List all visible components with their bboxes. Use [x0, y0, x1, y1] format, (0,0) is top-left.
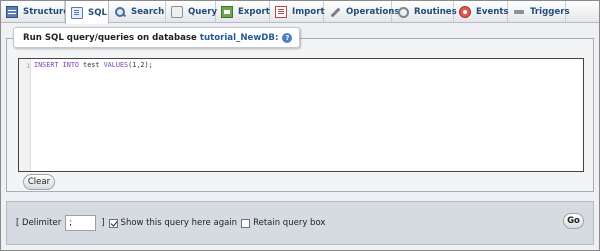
tab-events[interactable]: Events: [454, 1, 509, 22]
tab-label: Events: [476, 6, 509, 17]
legend-text: Run SQL query/queries on database: [23, 32, 197, 43]
tab-label: Query: [188, 6, 218, 17]
sql-icon: [71, 6, 83, 19]
events-icon: [459, 5, 471, 18]
go-button[interactable]: Go: [563, 213, 584, 229]
sql-keyword-insert: INSERT: [34, 61, 59, 69]
tab-routines[interactable]: Routines: [392, 1, 457, 22]
line-number-gutter: 1: [19, 59, 31, 171]
delimiter-input[interactable]: [65, 215, 97, 231]
tab-sql[interactable]: SQL: [65, 1, 109, 24]
tab-query[interactable]: Query: [166, 1, 218, 22]
operations-icon: [329, 6, 341, 18]
tab-search[interactable]: Search: [109, 1, 166, 22]
panel-legend: Run SQL query/queries on database tutori…: [13, 27, 301, 48]
tab-structure[interactable]: Structure: [1, 1, 69, 22]
tab-label: Import: [292, 6, 325, 17]
delimiter-bracket: ]: [101, 218, 105, 228]
tab-label: Routines: [414, 6, 457, 17]
sql-table-name: test: [79, 61, 104, 69]
retain-query-label[interactable]: Retain query box: [253, 218, 325, 228]
sql-keyword-values: VALUES: [103, 61, 129, 69]
tab-label: Search: [131, 6, 165, 17]
tab-label: Triggers: [530, 6, 570, 17]
triggers-icon: [513, 6, 525, 18]
tab-label: Structure: [23, 6, 70, 17]
show-query-checkbox[interactable]: [108, 218, 118, 228]
tab-triggers[interactable]: Triggers: [508, 1, 570, 22]
sql-values: (1,2);: [128, 61, 153, 69]
delimiter-label: [ Delimiter: [16, 218, 62, 228]
tab-label: SQL: [88, 7, 107, 18]
sql-editor[interactable]: 1 INSERT INTO test VALUES(1,2);: [18, 58, 584, 172]
tab-import[interactable]: Import: [270, 1, 325, 22]
query-icon: [171, 5, 183, 18]
tab-bar: Structure SQL Search Query Export Import…: [1, 1, 599, 24]
structure-icon: [6, 5, 18, 18]
query-options: [ Delimiter ] Show this query here again…: [16, 215, 325, 231]
search-icon: [114, 6, 126, 18]
tab-export[interactable]: Export: [216, 1, 270, 22]
export-icon: [221, 5, 233, 18]
tab-label: Export: [238, 6, 270, 17]
sql-keyword-into: INTO: [62, 61, 80, 69]
show-query-label[interactable]: Show this query here again: [121, 218, 238, 228]
clear-button[interactable]: Clear: [23, 174, 55, 190]
routines-icon: [397, 6, 409, 18]
database-name: tutorial_NewDB:: [199, 32, 279, 43]
retain-query-checkbox[interactable]: [241, 218, 251, 228]
import-icon: [275, 5, 287, 18]
tab-operations[interactable]: Operations: [324, 1, 400, 22]
sql-code-line: INSERT INTO test VALUES(1,2);: [34, 61, 153, 69]
help-icon[interactable]: ?: [282, 32, 293, 43]
line-number: 1: [26, 62, 30, 70]
